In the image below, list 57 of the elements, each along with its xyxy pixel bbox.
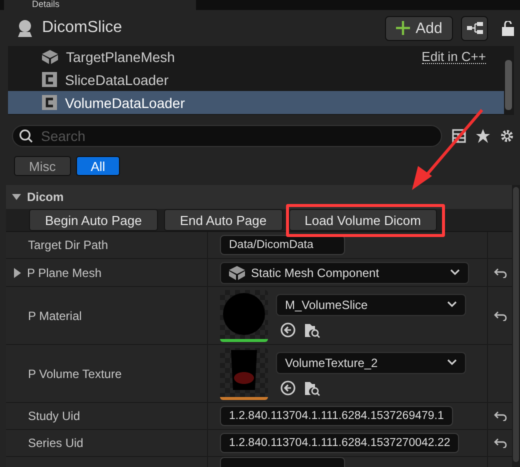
text-field[interactable]: 1.2.840.113704.1.111.6284.1537269479.1 [220, 406, 453, 426]
reset-arrow-icon[interactable] [494, 411, 506, 421]
property-name: Series Uid [6, 430, 208, 456]
filter-tab[interactable]: All [76, 156, 120, 176]
use-selected-icon[interactable] [280, 322, 296, 338]
plus-icon [396, 21, 410, 35]
scrollbar-thumb[interactable] [505, 60, 512, 110]
component-item[interactable]: TargetPlaneMesh Edit in C++ [8, 46, 504, 68]
material-thumbnail[interactable] [220, 290, 268, 342]
texture-thumbnail[interactable] [220, 348, 268, 400]
property-name: P Material [6, 287, 208, 344]
folder-search-icon[interactable] [304, 322, 320, 338]
reset-arrow-icon[interactable] [494, 310, 506, 320]
unlock-icon[interactable] [502, 20, 514, 36]
component-dropdown[interactable]: Static Mesh Component [220, 262, 469, 284]
function-button[interactable]: Load Volume Dicom [288, 209, 437, 231]
expand-arrow-icon[interactable] [14, 268, 21, 278]
search-icon [19, 129, 33, 143]
property-name: Study Uid [6, 403, 208, 429]
function-button[interactable]: Begin Auto Page [29, 209, 158, 231]
text-field[interactable]: 1.2.840.113704.1.111.6284.1537270042.22 [220, 433, 460, 453]
function-button[interactable]: End Auto Page [164, 209, 283, 231]
search-input[interactable]: Search [39, 127, 423, 145]
reset-arrow-icon[interactable] [494, 438, 506, 448]
filter-tab[interactable]: Misc [14, 156, 71, 176]
component-item[interactable]: SliceDataLoader [8, 68, 504, 91]
use-selected-icon[interactable] [280, 380, 296, 396]
category-header[interactable]: Dicom [6, 185, 512, 209]
asset-dropdown[interactable]: M_VolumeSlice [276, 294, 466, 316]
edit-link[interactable]: Edit in C++ [422, 50, 486, 64]
reset-arrow-icon[interactable] [494, 268, 506, 278]
actor-title: DicomSlice [42, 19, 124, 37]
folder-search-icon[interactable] [304, 380, 320, 396]
add-button[interactable]: Add [385, 16, 453, 40]
actor-icon [16, 18, 34, 38]
component-item[interactable]: VolumeDataLoader [8, 91, 504, 114]
cube-icon [42, 50, 58, 64]
cube-icon [229, 266, 245, 280]
search-field[interactable]: Search [12, 125, 442, 147]
asset-dropdown[interactable]: VolumeTexture_2 [276, 352, 466, 374]
scrollbar-thumb[interactable] [513, 187, 519, 462]
class-icon [42, 72, 57, 87]
chevron-down-icon [450, 269, 460, 276]
class-icon [42, 95, 57, 110]
panel-tab[interactable]: Details [4, 0, 196, 10]
chevron-down-icon [447, 359, 457, 366]
star-icon[interactable] [476, 129, 490, 143]
node-graph-icon [466, 22, 482, 34]
property-name: P Volume Texture [6, 345, 208, 402]
triangle-icon [12, 194, 21, 200]
settings-icon[interactable] [500, 129, 514, 143]
property-name: P Plane Mesh [27, 266, 102, 280]
text-field[interactable]: Data/DicomData [220, 235, 345, 255]
blueprint-button[interactable] [461, 16, 488, 40]
property-name: Target Dir Path [6, 232, 208, 258]
table-icon[interactable] [452, 129, 466, 143]
chevron-down-icon [447, 301, 457, 308]
